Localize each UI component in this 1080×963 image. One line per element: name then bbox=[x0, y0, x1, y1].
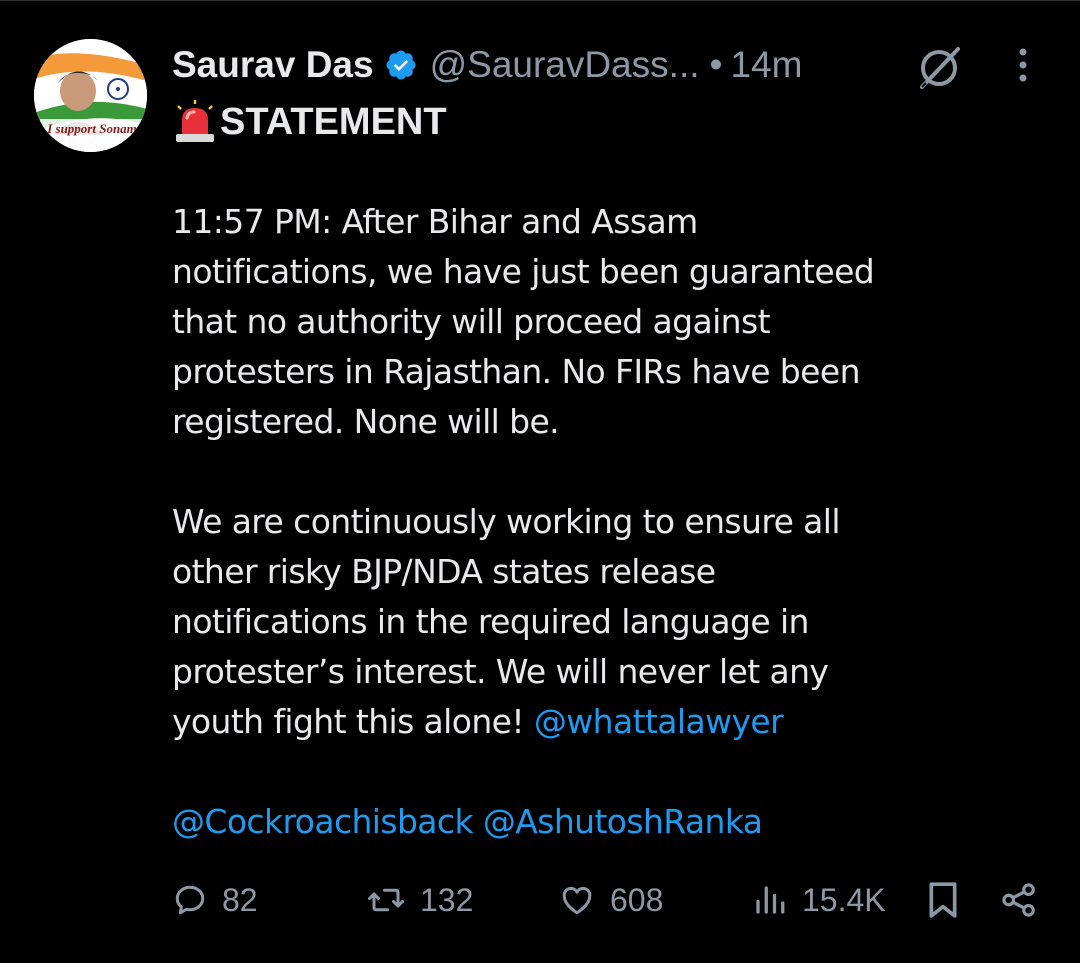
body-line: protester’s interest. We will never let … bbox=[172, 652, 829, 691]
mention-link[interactable]: @AshutoshRanka bbox=[483, 802, 763, 841]
reply-icon bbox=[175, 885, 205, 915]
tweet-title-line: STATEMENT bbox=[172, 97, 447, 147]
body-line: We are continuously working to ensure al… bbox=[172, 502, 841, 541]
body-line: 11:57 PM: After Bihar and Assam bbox=[172, 202, 698, 241]
separator: • bbox=[709, 44, 723, 85]
body-line: @Cockroachisback @AshutoshRanka bbox=[172, 797, 1052, 847]
bookmark-icon bbox=[929, 882, 957, 918]
tweet-card[interactable]: I support Sonam Saurav Das @SauravDass..… bbox=[0, 0, 1080, 963]
tweet-body: 11:57 PM: After Bihar and Assam notifica… bbox=[172, 197, 1052, 897]
repost-count: 132 bbox=[420, 881, 474, 918]
body-line: notifications, we have just been guarant… bbox=[172, 252, 875, 291]
repost-icon bbox=[368, 888, 404, 912]
like-count: 608 bbox=[610, 881, 664, 918]
body-line: youth fight this alone! @whattalawyer bbox=[172, 697, 1052, 747]
body-line: other risky BJP/NDA states release bbox=[172, 552, 716, 591]
timestamp[interactable]: 14m bbox=[730, 44, 802, 86]
repost-button[interactable]: 132 bbox=[366, 875, 473, 925]
share-icon bbox=[1002, 883, 1035, 917]
avatar-caption: I support Sonam bbox=[47, 121, 137, 136]
bookmark-button[interactable] bbox=[926, 875, 960, 925]
like-button[interactable]: 608 bbox=[558, 875, 663, 925]
views-icon bbox=[756, 886, 785, 914]
body-line: that no authority will proceed against bbox=[172, 302, 771, 341]
mention-link[interactable]: @whattalawyer bbox=[534, 702, 784, 741]
views-button[interactable]: 15.4K bbox=[752, 875, 886, 925]
avatar[interactable]: I support Sonam bbox=[34, 39, 147, 152]
paragraph-1: 11:57 PM: After Bihar and Assam notifica… bbox=[172, 197, 1052, 447]
paragraph-2: We are continuously working to ensure al… bbox=[172, 497, 1052, 747]
share-button[interactable] bbox=[1000, 875, 1038, 925]
police-siren-icon bbox=[172, 100, 218, 144]
body-line: notifications in the required language i… bbox=[172, 602, 809, 641]
tweet-title: STATEMENT bbox=[220, 100, 447, 143]
verified-badge-icon[interactable] bbox=[384, 48, 418, 82]
body-line: protesters in Rajasthan. No FIRs have be… bbox=[172, 352, 860, 391]
grok-icon[interactable] bbox=[912, 39, 968, 95]
body-line: registered. None will be. bbox=[172, 402, 560, 441]
reply-button[interactable]: 82 bbox=[172, 875, 258, 925]
like-icon bbox=[562, 886, 592, 915]
paragraph-3: @Cockroachisback @AshutoshRanka bbox=[172, 797, 1052, 847]
mention-link[interactable]: @Cockroachisback bbox=[172, 802, 474, 841]
body-text: youth fight this alone! bbox=[172, 702, 534, 741]
handle[interactable]: @SauravDass... bbox=[430, 44, 700, 86]
action-bar: 82 132 608 15.4K bbox=[172, 875, 1052, 925]
views-count: 15.4K bbox=[802, 881, 886, 918]
display-name[interactable]: Saurav Das bbox=[172, 44, 374, 86]
reply-count: 82 bbox=[222, 881, 258, 918]
more-options-icon[interactable] bbox=[1008, 45, 1038, 85]
